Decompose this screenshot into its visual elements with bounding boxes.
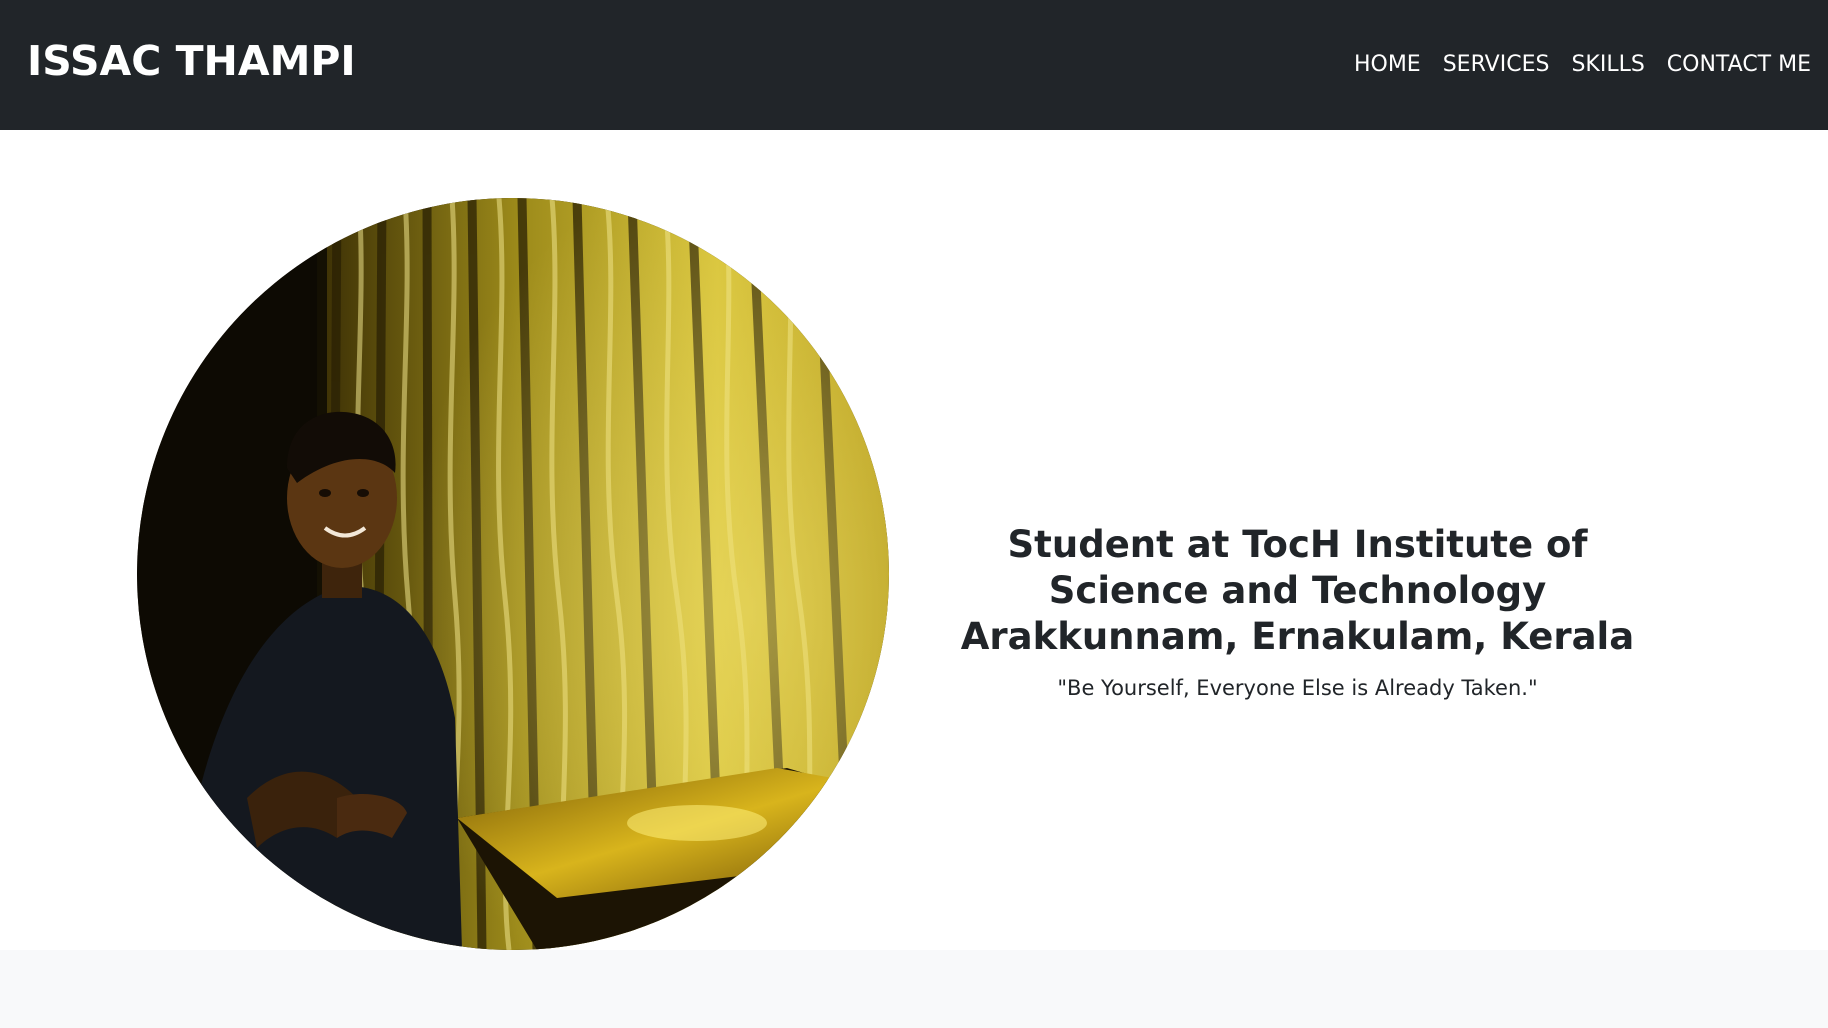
top-navbar: ISSAC THAMPI HOME SERVICES SKILLS CONTAC… xyxy=(0,0,1828,130)
intro-quote: "Be Yourself, Everyone Else is Already T… xyxy=(1057,676,1538,700)
nav-link-skills[interactable]: SKILLS xyxy=(1560,50,1655,80)
brand-logo-link[interactable]: ISSAC THAMPI xyxy=(27,37,356,85)
intro-heading: Student at TocH Institute of Science and… xyxy=(930,522,1665,660)
hero-section: Student at TocH Institute of Science and… xyxy=(0,130,1828,950)
nav-link-services[interactable]: SERVICES xyxy=(1432,50,1561,80)
nav-link-home[interactable]: HOME xyxy=(1343,50,1432,80)
intro-heading-line2: Arakkunnam, Ernakulam, Kerala xyxy=(960,615,1635,658)
nav-links: HOME SERVICES SKILLS CONTACT ME xyxy=(1343,50,1822,80)
intro-heading-line1: Student at TocH Institute of Science and… xyxy=(1007,523,1588,612)
profile-photo-image xyxy=(137,198,889,950)
nav-link-contact-me[interactable]: CONTACT ME xyxy=(1656,50,1822,80)
intro-text-block: Student at TocH Institute of Science and… xyxy=(930,522,1665,702)
next-section-band xyxy=(0,950,1828,1028)
profile-photo xyxy=(137,198,889,950)
